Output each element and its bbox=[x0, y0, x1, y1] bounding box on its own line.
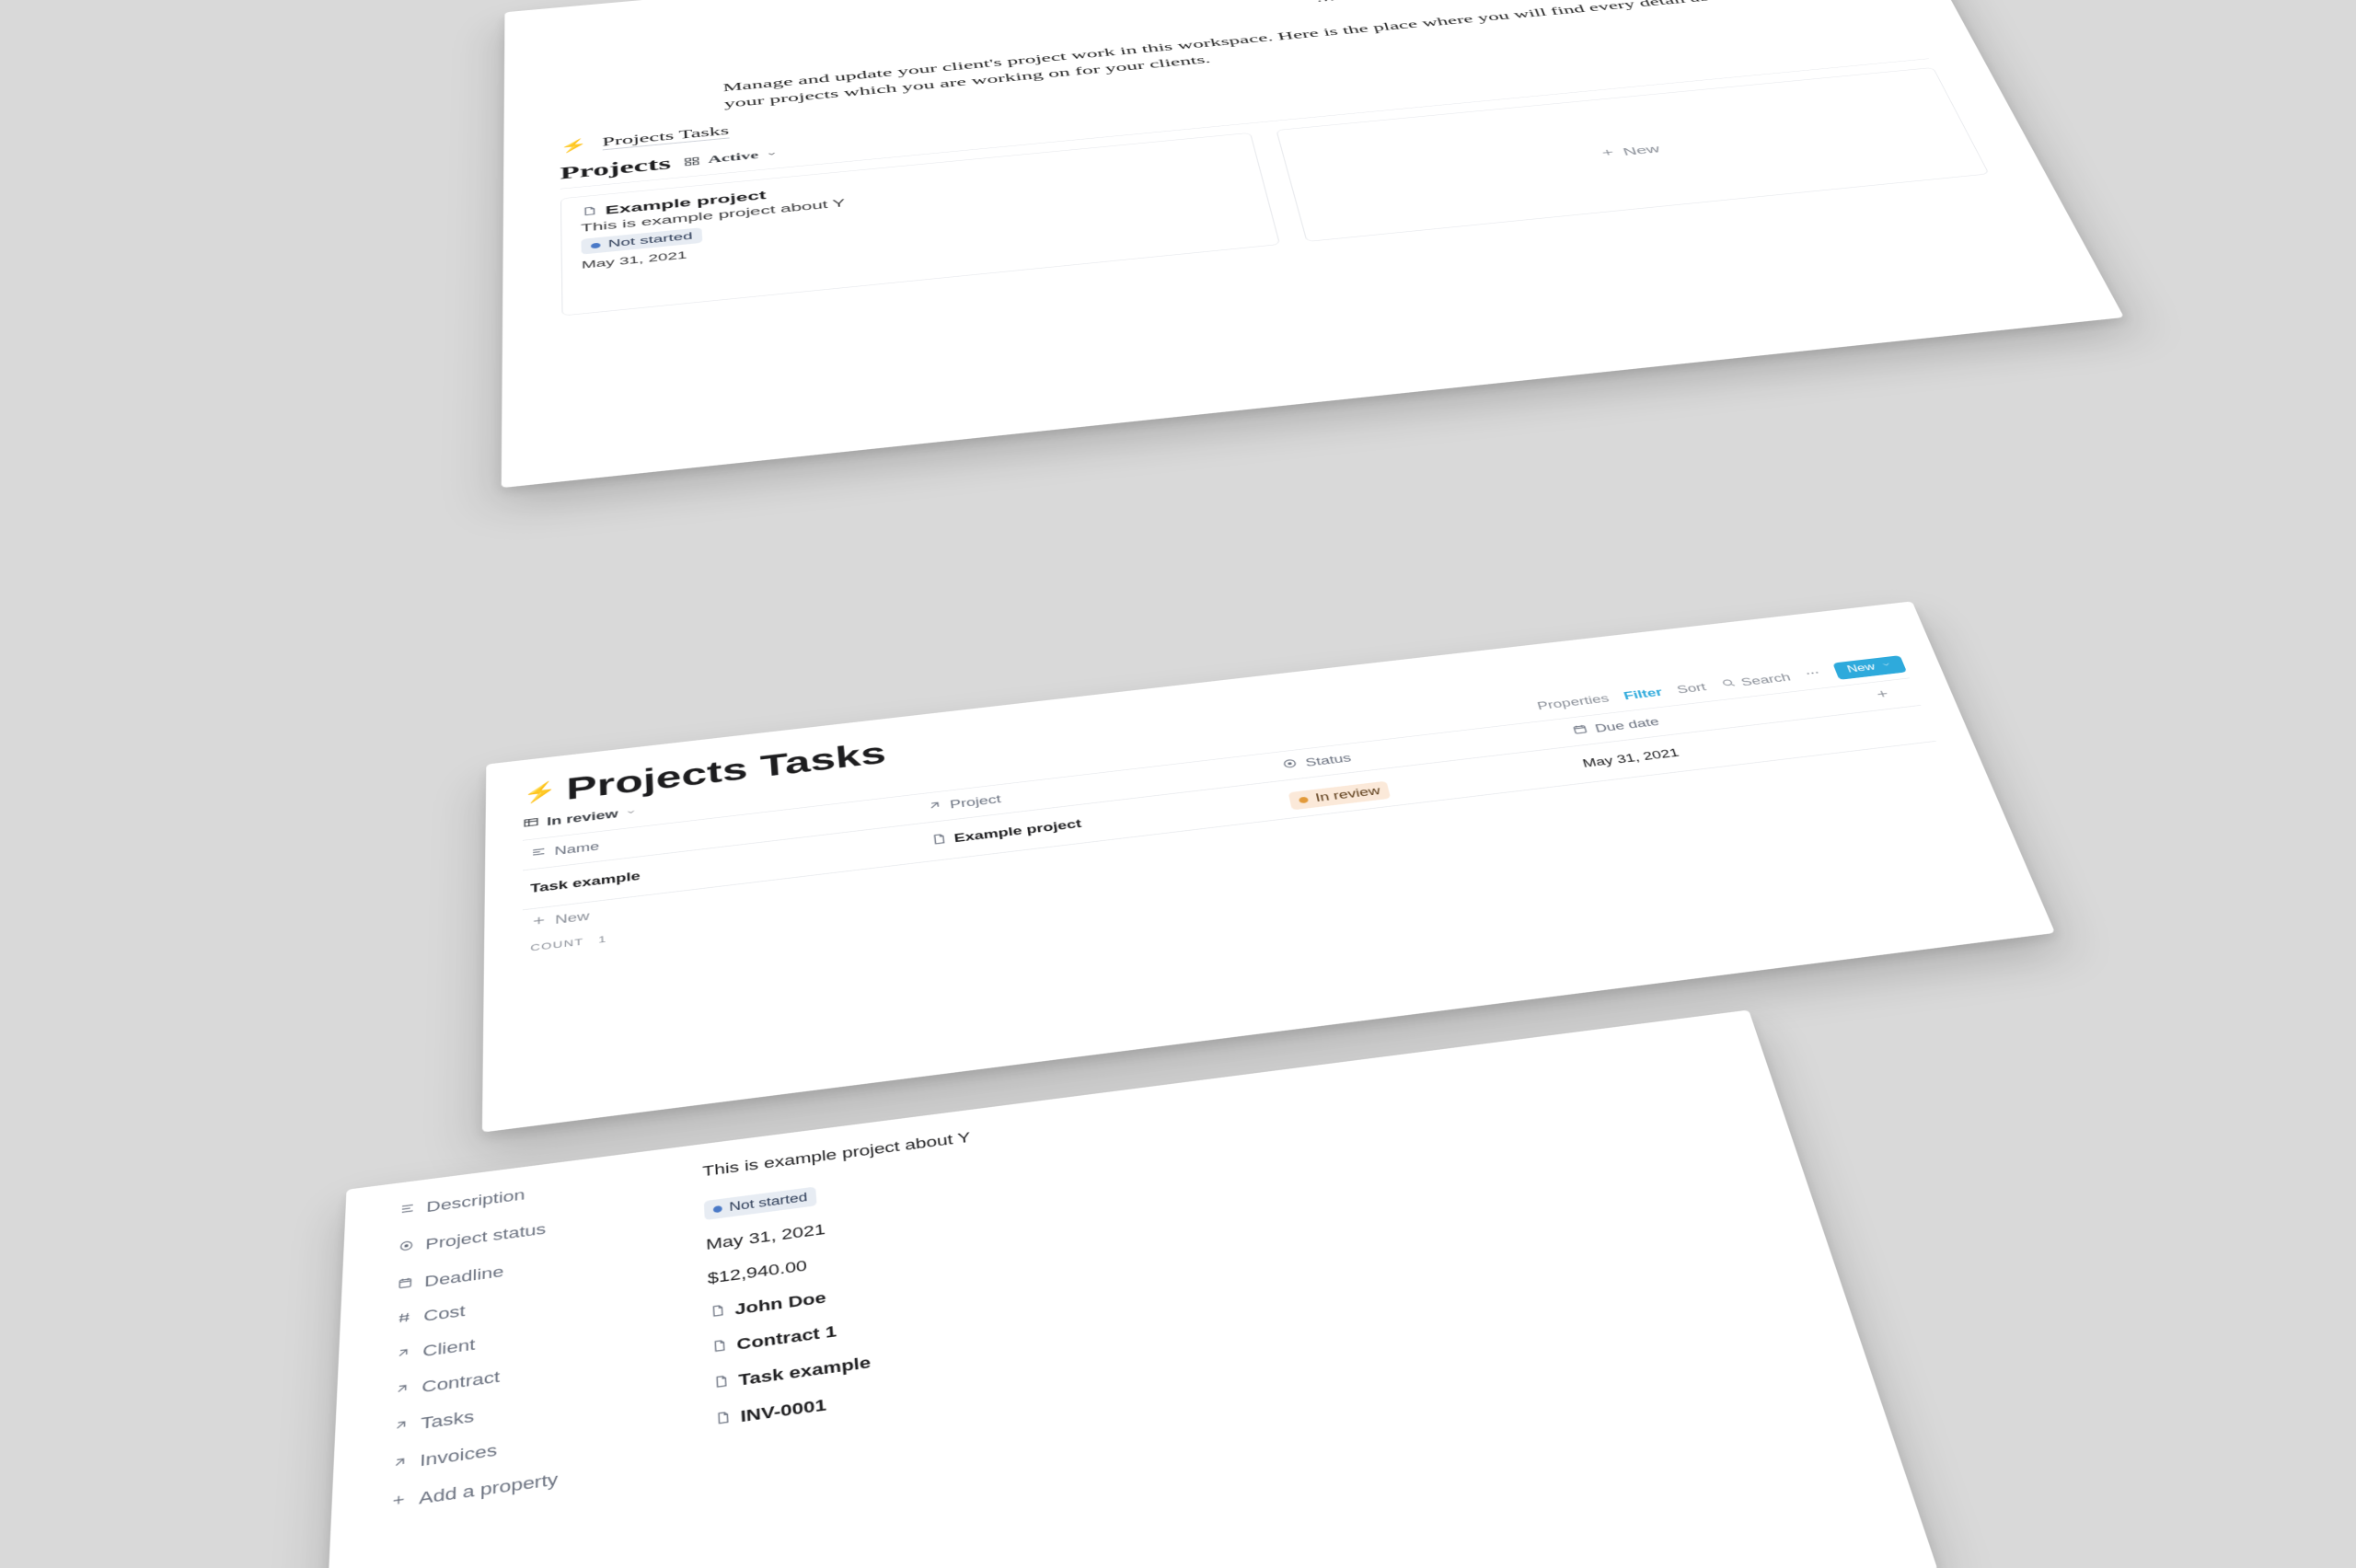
tasks-card: ⚡ Projects Tasks In review Properties Fi… bbox=[482, 601, 2055, 1132]
col-project-label: Project bbox=[949, 792, 1001, 811]
toolbar-more[interactable] bbox=[1803, 667, 1823, 682]
projects-view-selector[interactable]: Active bbox=[684, 148, 778, 168]
col-name-label: Name bbox=[554, 840, 599, 859]
cell-project-text: Example project bbox=[953, 817, 1082, 845]
description-icon bbox=[399, 1200, 416, 1219]
calendar-icon bbox=[397, 1274, 414, 1295]
calendar-icon bbox=[1571, 723, 1591, 739]
value-project-status-text: Not started bbox=[729, 1191, 808, 1215]
chevron-down-icon bbox=[625, 805, 636, 819]
table-icon bbox=[523, 815, 539, 831]
bolt-icon: ⚡ bbox=[523, 779, 557, 804]
cell-name-text: Task example bbox=[530, 870, 641, 896]
label-deadline-text: Deadline bbox=[424, 1262, 504, 1291]
label-invoices-text: Invoices bbox=[420, 1441, 497, 1471]
projects-view-label: Active bbox=[708, 150, 759, 167]
add-property-label: Add a property bbox=[419, 1470, 558, 1508]
page-icon bbox=[714, 1409, 732, 1430]
value-contract-text: Contract 1 bbox=[736, 1322, 837, 1355]
cell-due-text: May 31, 2021 bbox=[1581, 746, 1680, 770]
toolbar-search-label: Search bbox=[1739, 671, 1793, 688]
label-description-text: Description bbox=[426, 1186, 525, 1216]
tasks-view-label: In review bbox=[547, 807, 618, 828]
bolt-icon: ⚡ bbox=[560, 138, 587, 155]
projects-tasks-link[interactable]: Projects Tasks bbox=[602, 124, 729, 150]
toolbar-sort[interactable]: Sort bbox=[1675, 681, 1707, 697]
value-tasks-text: Task example bbox=[738, 1354, 872, 1390]
count-value: 1 bbox=[598, 933, 607, 945]
text-icon bbox=[530, 846, 547, 862]
plus-icon bbox=[389, 1491, 408, 1513]
relation-icon bbox=[926, 799, 944, 814]
add-column[interactable] bbox=[1854, 686, 1911, 705]
plus-icon bbox=[1598, 147, 1619, 161]
status-dot-blue bbox=[713, 1205, 722, 1213]
col-status-label: Status bbox=[1304, 752, 1352, 769]
label-contract-text: Contract bbox=[422, 1367, 500, 1397]
toolbar-new-label: New bbox=[1846, 662, 1877, 674]
status-dot-orange bbox=[1299, 796, 1309, 803]
hash-icon bbox=[396, 1309, 413, 1329]
label-tasks-text: Tasks bbox=[421, 1407, 474, 1434]
value-invoices-text: INV-0001 bbox=[740, 1396, 827, 1426]
count-label: COUNT bbox=[530, 936, 583, 952]
chevron-down-icon bbox=[1879, 660, 1894, 671]
grid-icon bbox=[684, 156, 701, 167]
plus-icon bbox=[530, 914, 548, 930]
toolbar-new-button[interactable]: New bbox=[1832, 655, 1907, 680]
toolbar-filter[interactable]: Filter bbox=[1622, 686, 1663, 702]
page-icon bbox=[712, 1372, 730, 1393]
add-row-label: New bbox=[555, 909, 589, 927]
relation-icon bbox=[395, 1344, 412, 1366]
col-due-label: Due date bbox=[1594, 716, 1661, 735]
page-icon bbox=[709, 1302, 726, 1322]
page-icon bbox=[581, 204, 598, 219]
project-new-label: New bbox=[1622, 144, 1662, 158]
label-client-text: Client bbox=[422, 1335, 475, 1361]
label-cost-text: Cost bbox=[423, 1302, 466, 1326]
cell-status-text: In review bbox=[1314, 784, 1381, 804]
search-icon bbox=[1718, 676, 1738, 691]
status-icon bbox=[398, 1237, 414, 1256]
projects-card: This place is only for your client's …on… bbox=[502, 0, 2124, 488]
toolbar-properties[interactable]: Properties bbox=[1536, 692, 1611, 712]
status-icon bbox=[1281, 757, 1300, 773]
relation-icon bbox=[393, 1379, 410, 1401]
stage: This place is only for your client's …on… bbox=[0, 0, 2356, 1568]
relation-icon bbox=[391, 1453, 409, 1475]
project-card-status-label: Not started bbox=[608, 231, 693, 250]
toolbar-search[interactable]: Search bbox=[1718, 671, 1792, 692]
chevron-down-icon bbox=[766, 148, 778, 161]
value-client-text: John Doe bbox=[734, 1288, 826, 1319]
status-dot-blue bbox=[591, 242, 601, 248]
page-icon bbox=[930, 833, 948, 849]
intro-block: This place is only for your client's …on… bbox=[718, 0, 1782, 113]
relation-icon bbox=[392, 1416, 410, 1437]
value-deadline-text: May 31, 2021 bbox=[706, 1220, 826, 1253]
value-cost-text: $12,940.00 bbox=[707, 1257, 807, 1288]
label-project-status-text: Project status bbox=[425, 1220, 546, 1253]
page-icon bbox=[710, 1337, 728, 1357]
